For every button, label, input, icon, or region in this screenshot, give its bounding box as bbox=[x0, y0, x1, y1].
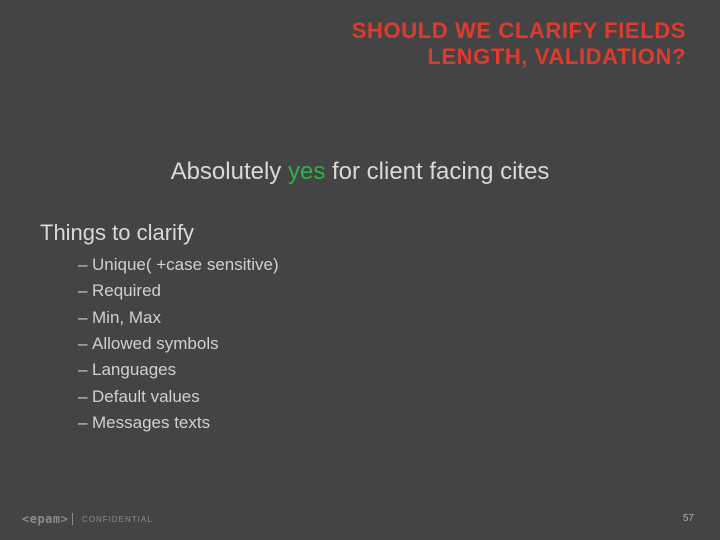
dash-icon: – bbox=[78, 278, 92, 304]
list-item: –Messages texts bbox=[78, 410, 279, 436]
footer-separator bbox=[72, 513, 73, 525]
list-item-label: Unique( +case sensitive) bbox=[92, 255, 279, 274]
slide: SHOULD WE CLARIFY FIELDS LENGTH, VALIDAT… bbox=[0, 0, 720, 540]
list-item: –Languages bbox=[78, 357, 279, 383]
list-item-label: Allowed symbols bbox=[92, 334, 219, 353]
list-item: –Default values bbox=[78, 384, 279, 410]
dash-icon: – bbox=[78, 252, 92, 278]
headline: Absolutely yes for client facing cites bbox=[0, 158, 720, 186]
dash-icon: – bbox=[78, 410, 92, 436]
slide-title: SHOULD WE CLARIFY FIELDS LENGTH, VALIDAT… bbox=[352, 18, 686, 70]
list-item-label: Messages texts bbox=[92, 413, 210, 432]
dash-icon: – bbox=[78, 384, 92, 410]
headline-accent: yes bbox=[288, 158, 325, 185]
list-item-label: Required bbox=[92, 281, 161, 300]
page-number: 57 bbox=[683, 513, 694, 524]
dash-icon: – bbox=[78, 357, 92, 383]
list-item: –Allowed symbols bbox=[78, 331, 279, 357]
list-item: –Required bbox=[78, 278, 279, 304]
section-label: Things to clarify bbox=[40, 220, 194, 246]
slide-title-line2: LENGTH, VALIDATION? bbox=[352, 44, 686, 70]
list-item-label: Default values bbox=[92, 387, 200, 406]
dash-icon: – bbox=[78, 331, 92, 357]
dash-icon: – bbox=[78, 305, 92, 331]
headline-after: for client facing cites bbox=[325, 158, 549, 185]
headline-before: Absolutely bbox=[171, 158, 288, 185]
list-item: –Unique( +case sensitive) bbox=[78, 252, 279, 278]
confidential-label: CONFIDENTIAL bbox=[82, 515, 153, 524]
bullet-list: –Unique( +case sensitive) –Required –Min… bbox=[78, 252, 279, 436]
list-item-label: Languages bbox=[92, 360, 176, 379]
logo: <epam> bbox=[22, 512, 68, 526]
list-item-label: Min, Max bbox=[92, 308, 161, 327]
list-item: –Min, Max bbox=[78, 305, 279, 331]
slide-title-line1: SHOULD WE CLARIFY FIELDS bbox=[352, 18, 686, 44]
footer: <epam> CONFIDENTIAL 57 bbox=[0, 506, 720, 526]
